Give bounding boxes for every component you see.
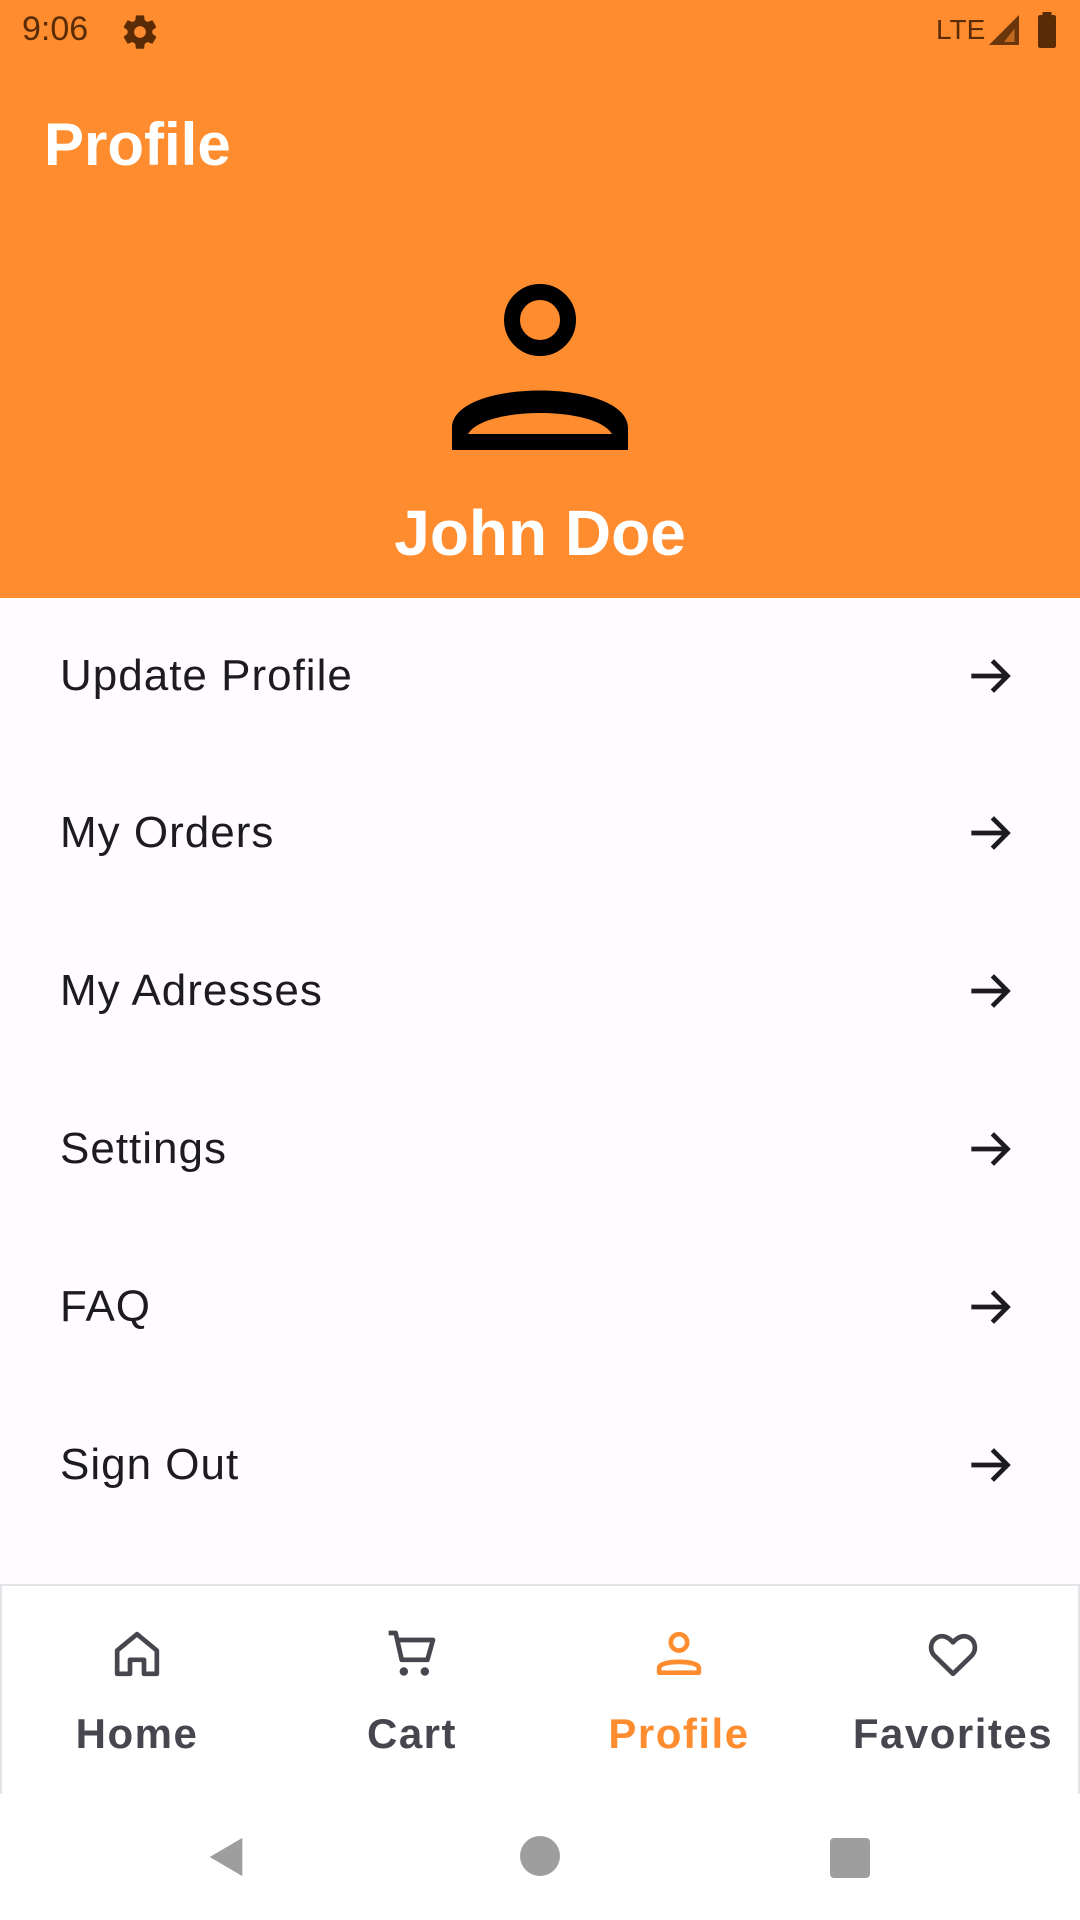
status-bar: 9:06 LTE (0, 0, 1080, 64)
nav-item-profile[interactable]: Profile (544, 1586, 814, 1796)
menu-item-label: Sign Out (60, 1440, 240, 1489)
user-name: John Doe (394, 497, 686, 569)
nav-item-cart[interactable]: Cart (277, 1586, 547, 1796)
gear-icon (123, 15, 157, 49)
menu-item-my-orders[interactable]: My Orders (0, 754, 1080, 912)
arrow-right-icon (971, 1132, 1011, 1166)
menu-item-settings[interactable]: Settings (0, 1070, 1080, 1228)
menu-item-my-adresses[interactable]: My Adresses (0, 912, 1080, 1070)
arrow-right-icon (971, 1448, 1011, 1482)
arrow-right-icon (971, 816, 1011, 850)
menu-item-faq[interactable]: FAQ (0, 1228, 1080, 1386)
profile-header: 9:06 LTE Profile John Doe (0, 0, 1080, 598)
heart-icon (928, 1633, 978, 1677)
menu-item-update-profile[interactable]: Update Profile (0, 598, 1080, 754)
nav-item-home[interactable]: Home (2, 1586, 272, 1796)
cart-icon (388, 1630, 436, 1676)
battery-icon (1038, 12, 1056, 48)
recents-icon[interactable] (830, 1838, 870, 1878)
menu-item-label: My Adresses (60, 966, 323, 1015)
arrow-right-icon (971, 974, 1011, 1008)
network-type: LTE (936, 14, 986, 45)
bottom-navigation: Home Cart Profile Favorites (0, 1584, 1080, 1794)
menu-item-sign-out[interactable]: Sign Out (0, 1386, 1080, 1544)
nav-label: Profile (608, 1710, 750, 1757)
nav-label: Favorites (852, 1710, 1054, 1757)
signal-icon (989, 15, 1019, 45)
nav-label: Home (75, 1710, 199, 1757)
person-icon (452, 284, 628, 450)
menu-item-label: Settings (60, 1124, 227, 1173)
profile-menu: Update Profile My Orders My Adresses Set… (0, 598, 1080, 1544)
page-title: Profile (44, 111, 231, 178)
status-time: 9:06 (22, 10, 89, 48)
back-icon[interactable] (204, 1834, 250, 1880)
home-circle-icon[interactable] (520, 1836, 560, 1876)
arrow-right-icon (971, 659, 1011, 693)
menu-item-label: FAQ (60, 1282, 152, 1331)
menu-item-label: Update Profile (60, 651, 353, 700)
menu-item-label: My Orders (60, 808, 275, 857)
person-icon (656, 1631, 702, 1675)
system-navigation-bar (0, 1794, 1080, 1920)
arrow-right-icon (971, 1290, 1011, 1324)
nav-label: Cart (366, 1710, 458, 1757)
nav-item-favorites[interactable]: Favorites (818, 1586, 1080, 1796)
home-icon (114, 1631, 160, 1677)
